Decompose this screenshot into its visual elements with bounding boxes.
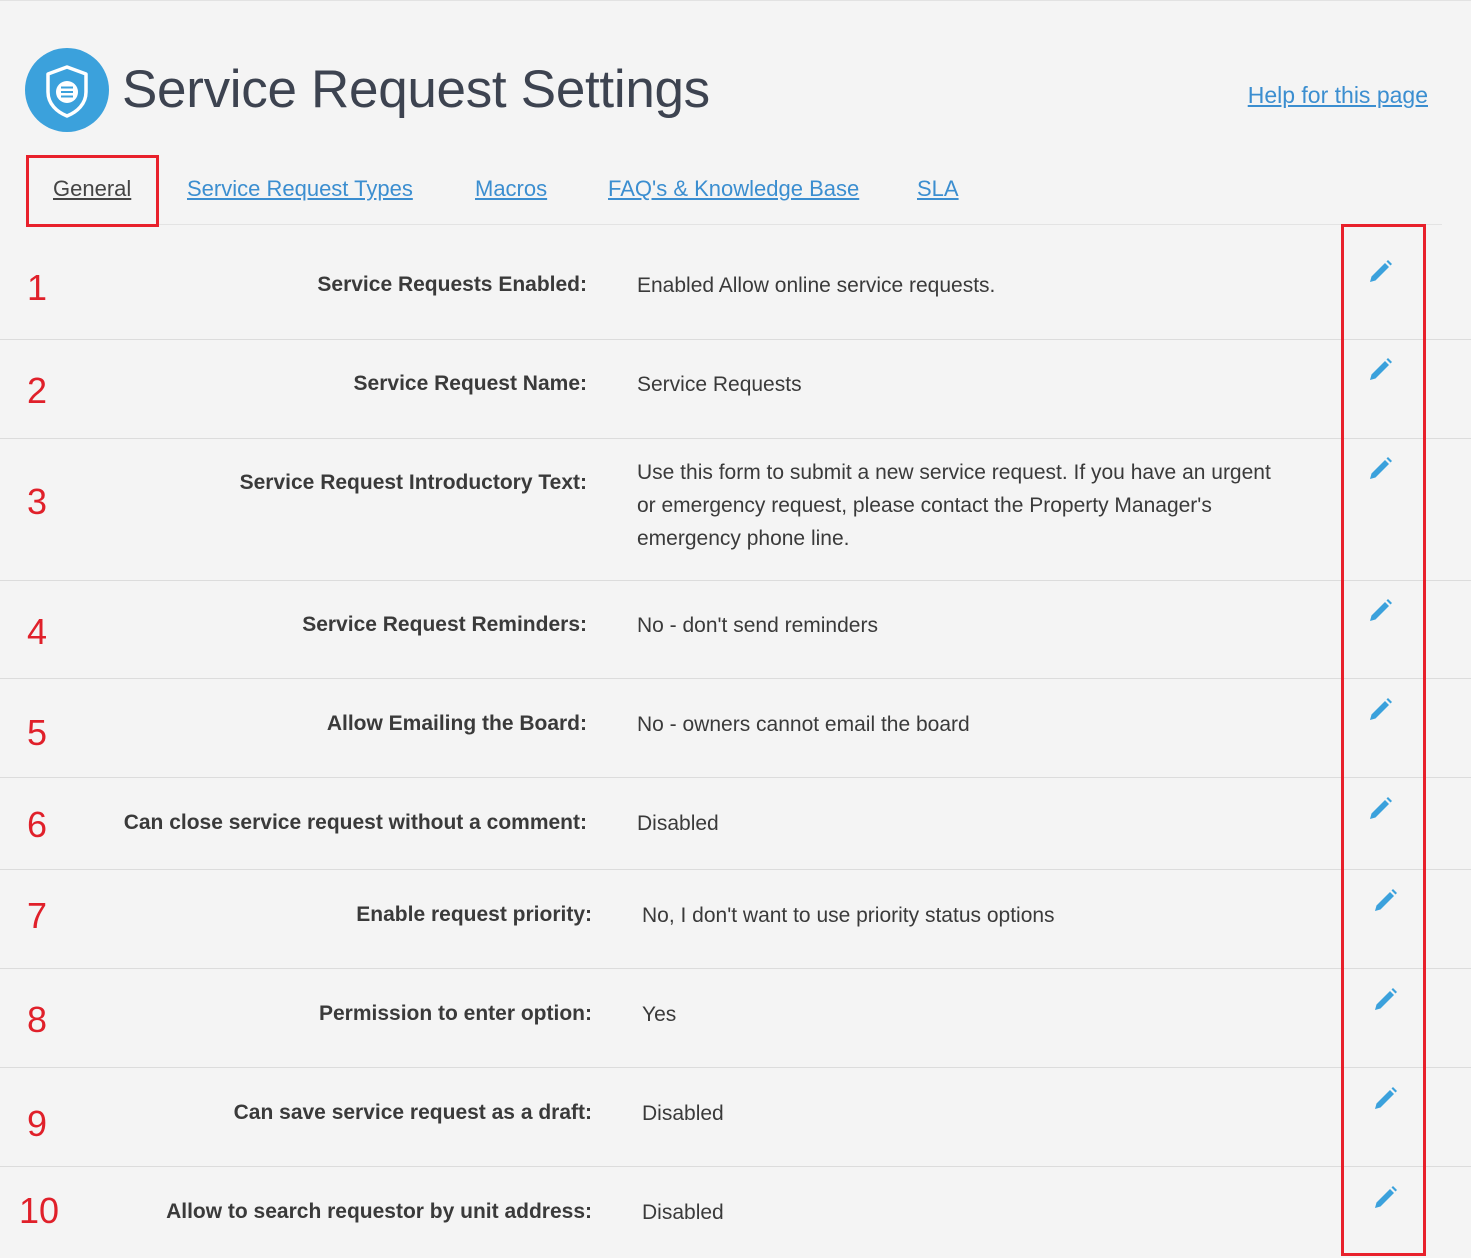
pencil-icon[interactable] xyxy=(1366,455,1394,483)
setting-row-save-as-draft: 9 Can save service request as a draft: D… xyxy=(0,1068,1471,1167)
annotation-number: 10 xyxy=(18,1190,60,1231)
annotation-number: 2 xyxy=(26,370,48,411)
annotation-number: 5 xyxy=(26,712,48,753)
tab-service-request-types[interactable]: Service Request Types xyxy=(187,176,413,202)
tab-sla[interactable]: SLA xyxy=(917,176,959,202)
setting-row-email-board: 5 Allow Emailing the Board: No - owners … xyxy=(0,679,1471,778)
pencil-icon[interactable] xyxy=(1371,1184,1399,1212)
pencil-icon[interactable] xyxy=(1371,887,1399,915)
setting-value: No, I don't want to use priority status … xyxy=(642,904,1055,927)
setting-value: Service Requests xyxy=(637,373,802,396)
setting-row-request-priority: 7 Enable request priority: No, I don't w… xyxy=(0,870,1471,969)
help-link[interactable]: Help for this page xyxy=(1248,82,1428,109)
tab-general[interactable]: General xyxy=(53,176,131,202)
setting-row-close-without-comment: 6 Can close service request without a co… xyxy=(0,778,1471,870)
setting-label: Service Request Name: xyxy=(353,372,587,395)
setting-value: Use this form to submit a new service re… xyxy=(637,461,1271,550)
setting-value: Yes xyxy=(642,1003,677,1026)
pencil-icon[interactable] xyxy=(1371,986,1399,1014)
annotation-number: 8 xyxy=(26,999,48,1040)
page-title: Service Request Settings xyxy=(122,60,710,119)
setting-value: Enabled Allow online service requests. xyxy=(637,274,996,297)
setting-row-service-requests-enabled: 1 Service Requests Enabled: Enabled Allo… xyxy=(0,225,1471,340)
pencil-icon[interactable] xyxy=(1371,1085,1399,1113)
pencil-icon[interactable] xyxy=(1366,258,1394,286)
annotation-number: 3 xyxy=(26,481,48,522)
setting-label: Service Requests Enabled: xyxy=(317,273,587,296)
tab-macros[interactable]: Macros xyxy=(475,176,547,202)
setting-label: Service Request Reminders: xyxy=(302,613,587,636)
setting-label: Can save service request as a draft: xyxy=(233,1101,592,1124)
setting-value: Disabled xyxy=(642,1102,724,1125)
setting-row-reminders: 4 Service Request Reminders: No - don't … xyxy=(0,581,1471,679)
top-border xyxy=(0,0,1471,1)
pencil-icon[interactable] xyxy=(1366,597,1394,625)
setting-label: Enable request priority: xyxy=(356,903,592,926)
annotation-number: 6 xyxy=(26,804,48,845)
shield-list-icon xyxy=(25,48,109,132)
tab-bar: General Service Request Types Macros FAQ… xyxy=(0,150,1471,226)
annotation-number: 4 xyxy=(26,611,48,652)
setting-label: Allow to search requestor by unit addres… xyxy=(166,1200,592,1223)
setting-value: No - owners cannot email the board xyxy=(637,713,970,736)
setting-value: No - don't send reminders xyxy=(637,614,878,637)
pencil-icon[interactable] xyxy=(1366,696,1394,724)
pencil-icon[interactable] xyxy=(1366,356,1394,384)
setting-label: Allow Emailing the Board: xyxy=(326,712,587,735)
setting-label: Service Request Introductory Text: xyxy=(239,471,587,494)
setting-value: Disabled xyxy=(637,812,719,835)
setting-row-search-by-unit-address: 10 Allow to search requestor by unit add… xyxy=(0,1167,1471,1258)
setting-label: Permission to enter option: xyxy=(318,1002,592,1025)
pencil-icon[interactable] xyxy=(1366,795,1394,823)
annotation-number: 7 xyxy=(26,895,48,936)
setting-row-introductory-text: 3 Service Request Introductory Text: Use… xyxy=(0,439,1471,581)
annotation-number: 9 xyxy=(26,1103,48,1144)
setting-value: Disabled xyxy=(642,1201,724,1224)
setting-label: Can close service request without a comm… xyxy=(123,811,587,834)
annotation-number: 1 xyxy=(26,267,48,308)
setting-row-service-request-name: 2 Service Request Name: Service Requests xyxy=(0,340,1471,439)
setting-row-permission-to-enter: 8 Permission to enter option: Yes xyxy=(0,969,1471,1068)
tab-faqs-knowledge-base[interactable]: FAQ's & Knowledge Base xyxy=(608,176,859,202)
